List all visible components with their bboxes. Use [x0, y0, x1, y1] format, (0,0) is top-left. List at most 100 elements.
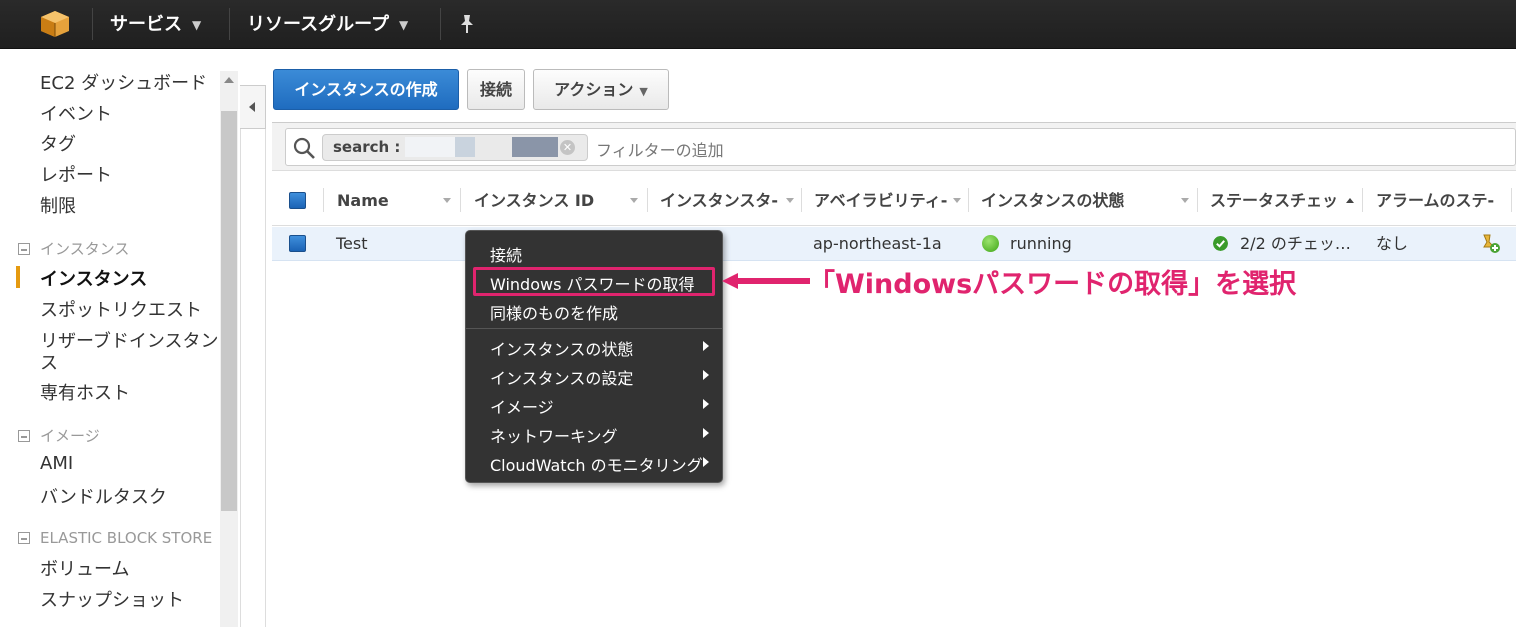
- collapse-sidebar-button[interactable]: [240, 85, 266, 129]
- top-nav-bar: サービス ▼ リソースグループ ▼: [0, 0, 1516, 49]
- check-circle-icon: [1213, 236, 1228, 251]
- column-divider: [968, 188, 969, 212]
- services-menu[interactable]: サービス ▼: [110, 0, 201, 49]
- submenu-arrow-icon: [703, 370, 709, 380]
- menu-item-image[interactable]: イメージ: [490, 394, 554, 418]
- collapse-icon: [18, 532, 30, 544]
- sort-caret-icon[interactable]: [443, 198, 451, 203]
- sidebar-item-tags[interactable]: タグ: [40, 130, 76, 156]
- pin-icon[interactable]: [458, 14, 476, 34]
- actions-button[interactable]: アクション ▼: [533, 69, 669, 110]
- sidebar-item-snapshots[interactable]: スナップショット: [40, 586, 184, 612]
- scroll-up-icon[interactable]: [224, 77, 234, 83]
- sidebar-item-instances[interactable]: インスタンス: [40, 265, 147, 291]
- create-alarm-icon[interactable]: [1480, 232, 1502, 254]
- column-header-alarm-status[interactable]: アラームのステ-: [1376, 175, 1500, 226]
- column-divider: [323, 188, 324, 212]
- menu-item-instance-settings[interactable]: インスタンスの設定: [490, 365, 633, 389]
- cell-alarm-status: なし: [1376, 234, 1409, 253]
- sort-caret-icon[interactable]: [630, 198, 638, 203]
- sidebar-section-images[interactable]: イメージ: [18, 425, 100, 446]
- scrollbar-thumb[interactable]: [221, 111, 237, 511]
- select-all-checkbox[interactable]: [289, 192, 306, 209]
- section-label: インスタンス: [40, 240, 130, 258]
- nav-divider: [229, 8, 230, 40]
- submenu-arrow-icon: [703, 457, 709, 467]
- column-header-availability-zone[interactable]: アベイラビリティ-: [814, 175, 952, 226]
- column-divider: [801, 188, 802, 212]
- column-header-instance-type[interactable]: インスタンスタ-: [660, 175, 784, 226]
- nav-divider: [92, 8, 93, 40]
- running-status-icon: [982, 235, 999, 252]
- sidebar-section-instances[interactable]: インスタンス: [18, 238, 129, 259]
- column-divider: [647, 188, 648, 212]
- resource-groups-menu[interactable]: リソースグループ ▼: [247, 0, 408, 49]
- menu-item-connect[interactable]: 接続: [490, 242, 522, 266]
- connect-button[interactable]: 接続: [467, 69, 525, 110]
- sidebar-item-bundle-tasks[interactable]: バンドルタスク: [40, 483, 167, 509]
- sidebar-item-ec2-dashboard[interactable]: EC2 ダッシュボード: [40, 69, 207, 95]
- aws-logo-icon[interactable]: [40, 10, 70, 38]
- cell-name: Test: [336, 234, 368, 253]
- column-header-instance-id[interactable]: インスタンス ID: [474, 175, 634, 226]
- sort-caret-icon[interactable]: [1181, 198, 1189, 203]
- column-divider: [460, 188, 461, 212]
- callout-arrow-icon: [722, 273, 810, 289]
- create-instance-button[interactable]: インスタンスの作成: [273, 69, 459, 110]
- collapse-icon: [18, 430, 30, 442]
- redacted-area: [455, 137, 475, 157]
- sidebar-item-events[interactable]: イベント: [40, 100, 112, 126]
- nav-divider: [440, 8, 441, 40]
- sidebar-scrollbar[interactable]: [220, 71, 238, 627]
- column-header-instance-state[interactable]: インスタンスの状態: [981, 175, 1181, 226]
- sort-caret-icon[interactable]: [953, 198, 961, 203]
- submenu-arrow-icon: [703, 341, 709, 351]
- search-icon: [293, 137, 315, 159]
- menu-item-cloudwatch-monitoring[interactable]: CloudWatch のモニタリング: [490, 452, 703, 476]
- sort-caret-icon[interactable]: [786, 198, 794, 203]
- menu-item-instance-state[interactable]: インスタンスの状態: [490, 336, 633, 360]
- sidebar-item-reports[interactable]: レポート: [40, 161, 112, 187]
- sidebar-item-reserved-instances[interactable]: リザーブドインスタンス: [40, 327, 236, 353]
- filter-placeholder[interactable]: フィルターの追加: [596, 137, 724, 161]
- highlight-box: [473, 267, 715, 296]
- sidebar: EC2 ダッシュボード イベント タグ レポート 制限 インスタンス インスタン…: [0, 49, 238, 627]
- sidebar-item-volumes[interactable]: ボリューム: [40, 555, 129, 581]
- sidebar-item-reserved-instances-wrap[interactable]: ス: [40, 349, 58, 375]
- row-checkbox[interactable]: [289, 235, 306, 252]
- sidebar-item-ami[interactable]: AMI: [40, 453, 73, 474]
- column-divider: [1511, 188, 1512, 212]
- submenu-arrow-icon: [703, 428, 709, 438]
- cell-status-check[interactable]: 2/2 のチェッ…: [1240, 227, 1351, 261]
- chevron-down-icon: ▼: [192, 18, 202, 32]
- chevron-down-icon: ▼: [639, 85, 648, 98]
- menu-item-networking[interactable]: ネットワーキング: [490, 423, 618, 447]
- services-label: サービス: [110, 14, 182, 35]
- sidebar-item-dedicated-hosts[interactable]: 専有ホスト: [40, 379, 130, 405]
- column-header-status-checks[interactable]: ステータスチェッ: [1210, 175, 1342, 226]
- annotation-callout: 「Windowsパスワードの取得」を選択: [808, 269, 1297, 300]
- submenu-arrow-icon: [703, 399, 709, 409]
- chevron-down-icon: ▼: [399, 18, 409, 32]
- redacted-area: [512, 137, 558, 157]
- sidebar-collapse-strip: [240, 85, 266, 627]
- sidebar-item-limits[interactable]: 制限: [40, 192, 76, 218]
- cell-instance-state: running: [1010, 234, 1072, 253]
- section-label: イメージ: [40, 427, 100, 445]
- sidebar-item-spot-requests[interactable]: スポットリクエスト: [40, 296, 202, 322]
- section-label: ELASTIC BLOCK STORE: [40, 529, 213, 547]
- resource-groups-label: リソースグループ: [247, 14, 390, 35]
- sidebar-section-ebs[interactable]: ELASTIC BLOCK STORE: [18, 529, 212, 547]
- menu-item-launch-more-like-this[interactable]: 同様のものを作成: [490, 300, 618, 324]
- menu-divider: [466, 328, 722, 329]
- sort-ascending-icon[interactable]: [1346, 198, 1354, 203]
- redacted-area: [405, 137, 455, 157]
- active-indicator: [16, 266, 20, 288]
- cell-availability-zone: ap-northeast-1a: [813, 234, 942, 253]
- actions-label: アクション: [554, 80, 634, 99]
- column-divider: [1197, 188, 1198, 212]
- column-divider: [1362, 188, 1363, 212]
- clear-token-icon[interactable]: ✕: [560, 140, 575, 155]
- collapse-icon: [18, 243, 30, 255]
- column-header-name[interactable]: Name: [337, 175, 437, 226]
